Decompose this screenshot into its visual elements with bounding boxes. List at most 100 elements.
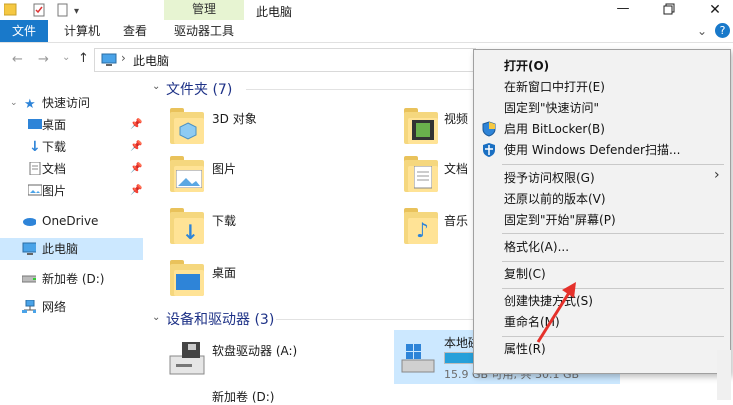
document-icon: [414, 166, 432, 189]
breadcrumb-this-pc[interactable]: 此电脑: [133, 52, 169, 69]
menu-item-open[interactable]: 打开(O): [504, 56, 549, 76]
manage-tab-group-header: 管理: [164, 0, 244, 20]
download-icon: ↓: [182, 220, 199, 244]
shield-icon: [482, 121, 496, 137]
forward-arrow-icon[interactable]: →: [38, 52, 49, 67]
ribbon-tabs: 文件 计算机 查看 驱动器工具 ⌄ ?: [0, 20, 733, 43]
group-divider: [246, 89, 476, 90]
tab-computer[interactable]: 计算机: [64, 20, 100, 42]
minimize-button[interactable]: —: [610, 0, 636, 20]
submenu-arrow-icon: ›: [714, 167, 720, 183]
sidebar-item-label: 新加卷 (D:): [42, 272, 105, 286]
network-icon: [22, 300, 36, 313]
menu-item-open-new-window[interactable]: 在新窗口中打开(E): [504, 77, 605, 97]
folder-music[interactable]: ♪: [404, 208, 438, 244]
pin-icon[interactable]: 📌: [130, 158, 142, 180]
menu-item-bitlocker[interactable]: 启用 BitLocker(B): [504, 119, 605, 139]
vertical-scrollbar[interactable]: [717, 350, 731, 400]
sidebar-item-label: 文档: [42, 162, 67, 176]
menu-item-format[interactable]: 格式化(A)...: [504, 237, 569, 257]
folder-label: 桌面: [212, 266, 237, 280]
expand-ribbon-icon[interactable]: ⌄: [697, 20, 707, 42]
folders-group-header[interactable]: 文件夹 (7): [166, 79, 232, 99]
address-bar[interactable]: › 此电脑: [94, 48, 476, 72]
breadcrumb-separator-icon: ›: [121, 51, 126, 65]
floppy-drive[interactable]: [168, 338, 208, 378]
tab-file[interactable]: 文件: [0, 20, 48, 42]
recent-chevron-icon[interactable]: ⌄: [62, 52, 70, 63]
chevron-down-icon[interactable]: ⌄: [152, 81, 160, 92]
floppy-drive-icon: [169, 342, 205, 375]
sidebar-item-quick-access[interactable]: ⌄ ★ 快速访问: [0, 92, 143, 114]
sidebar-item-this-pc[interactable]: 此电脑: [0, 238, 143, 260]
menu-item-pin-quick-access[interactable]: 固定到"快速访问": [504, 98, 599, 118]
menu-item-restore-versions[interactable]: 还原以前的版本(V): [504, 189, 606, 209]
folder-label: 音乐: [444, 214, 469, 228]
menu-item-pin-start[interactable]: 固定到"开始"屏幕(P): [504, 210, 616, 230]
menu-item-defender-scan[interactable]: 使用 Windows Defender扫描...: [504, 140, 680, 160]
context-menu: 打开(O) 在新窗口中打开(E) 固定到"快速访问" 启用 BitLocker(…: [473, 49, 731, 374]
sidebar-item-new-volume[interactable]: 新加卷 (D:): [0, 268, 143, 290]
folder-pictures[interactable]: [170, 156, 204, 192]
pin-icon[interactable]: 📌: [130, 114, 142, 136]
folder-videos[interactable]: [404, 108, 438, 144]
sidebar-item-label: 图片: [42, 184, 67, 198]
music-note-icon: ♪: [416, 218, 429, 242]
drive-icon: [22, 275, 36, 283]
chevron-down-icon[interactable]: ⌄: [10, 92, 18, 114]
sidebar-item-label: 快速访问: [42, 96, 91, 110]
sidebar-item-label: 此电脑: [42, 242, 79, 256]
folder-label: 视频: [444, 112, 469, 126]
sidebar-item-downloads[interactable]: ↓ 下载 📌: [0, 136, 143, 158]
drives-group-header[interactable]: 设备和驱动器 (3): [166, 309, 274, 329]
back-arrow-icon[interactable]: ←: [12, 52, 23, 67]
drive-label: 新加卷 (D:): [212, 390, 275, 404]
folder-label: 3D 对象: [212, 112, 257, 126]
sidebar-item-network[interactable]: 网络: [0, 296, 143, 318]
close-button[interactable]: ✕: [700, 0, 730, 20]
computer-icon: [22, 242, 36, 255]
menu-item-give-access[interactable]: 授予访问权限(G): [504, 168, 595, 188]
pin-icon[interactable]: 📌: [130, 136, 142, 158]
maximize-button[interactable]: [655, 0, 681, 20]
svg-text:▾: ▾: [74, 6, 79, 17]
group-divider: [276, 319, 476, 320]
sidebar: ⌄ ★ 快速访问 桌面 📌 ↓ 下载 📌 文档 📌 图片 📌 OneDrive …: [0, 90, 145, 400]
cube-icon: [179, 122, 197, 140]
folder-documents[interactable]: [404, 156, 438, 192]
title-bar: ▾ 管理 此电脑 — ✕: [0, 0, 733, 20]
menu-separator: [502, 261, 724, 262]
landscape-icon: [176, 170, 202, 188]
sidebar-item-label: OneDrive: [42, 214, 99, 228]
sidebar-item-onedrive[interactable]: OneDrive: [0, 210, 143, 232]
download-icon: ↓: [29, 139, 41, 155]
folder-label: 下载: [212, 214, 237, 228]
desktop-icon: [176, 274, 200, 290]
defender-icon: [483, 143, 495, 157]
tab-drive-tools[interactable]: 驱动器工具: [174, 20, 234, 42]
sidebar-item-desktop[interactable]: 桌面 📌: [0, 114, 143, 136]
sidebar-item-label: 桌面: [42, 118, 67, 132]
cloud-icon: [23, 218, 36, 226]
folder-3d-objects[interactable]: [170, 108, 204, 144]
chevron-down-icon[interactable]: ⌄: [152, 312, 160, 323]
folder-desktop[interactable]: [170, 260, 204, 296]
star-icon: ★: [24, 97, 36, 112]
desktop-icon: [28, 119, 42, 129]
sidebar-item-documents[interactable]: 文档 📌: [0, 158, 143, 180]
tab-view[interactable]: 查看: [123, 20, 147, 42]
sidebar-item-pictures[interactable]: 图片 📌: [0, 180, 143, 202]
window-title: 此电脑: [256, 5, 293, 19]
drive-label: 软盘驱动器 (A:): [212, 344, 298, 358]
quick-access-toolbar: ▾: [4, 3, 79, 17]
menu-separator: [502, 164, 724, 165]
help-icon[interactable]: ?: [715, 23, 730, 38]
restore-icon: [663, 3, 675, 15]
computer-icon: [101, 53, 117, 66]
folder-downloads[interactable]: ↓: [170, 208, 204, 244]
pin-icon[interactable]: 📌: [130, 180, 142, 202]
document-icon: [29, 162, 41, 175]
up-arrow-icon[interactable]: ↑: [78, 51, 89, 66]
film-icon: [412, 120, 434, 140]
windows-drive-icon: [401, 344, 435, 373]
